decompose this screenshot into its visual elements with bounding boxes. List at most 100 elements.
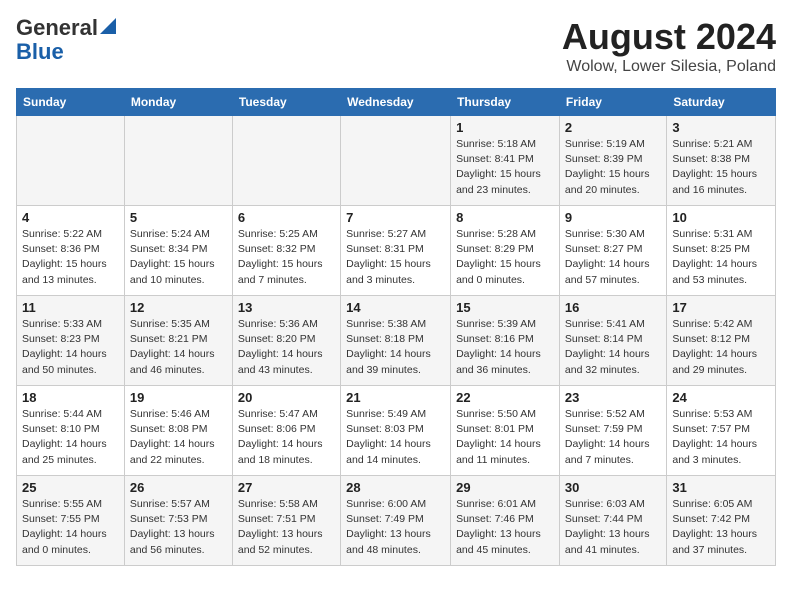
day-info: Sunrise: 5:21 AM Sunset: 8:38 PM Dayligh… (672, 137, 770, 198)
week-row-4: 18 Sunrise: 5:44 AM Sunset: 8:10 PM Dayli… (17, 386, 776, 476)
day-cell: 4 Sunrise: 5:22 AM Sunset: 8:36 PM Daylig… (17, 206, 125, 296)
week-row-5: 25 Sunrise: 5:55 AM Sunset: 7:55 PM Dayli… (17, 476, 776, 566)
title-section: August 2024 Wolow, Lower Silesia, Poland (562, 16, 776, 76)
day-cell: 26 Sunrise: 5:57 AM Sunset: 7:53 PM Dayli… (124, 476, 232, 566)
day-info: Sunrise: 5:41 AM Sunset: 8:14 PM Dayligh… (565, 317, 661, 378)
day-number: 16 (565, 300, 661, 315)
day-cell: 8 Sunrise: 5:28 AM Sunset: 8:29 PM Daylig… (451, 206, 560, 296)
day-cell: 20Sunrise: 5:47 AM Sunset: 8:06 PM Dayli… (232, 386, 340, 476)
day-info: Sunrise: 5:30 AM Sunset: 8:27 PM Dayligh… (565, 227, 661, 288)
day-info: Sunrise: 5:25 AM Sunset: 8:32 PM Dayligh… (238, 227, 335, 288)
col-header-thursday: Thursday (451, 89, 560, 116)
day-number: 23 (565, 390, 661, 405)
day-cell: 25 Sunrise: 5:55 AM Sunset: 7:55 PM Dayli… (17, 476, 125, 566)
day-info: Sunrise: 5:55 AM Sunset: 7:55 PM Dayligh… (22, 497, 119, 558)
day-number: 14 (346, 300, 445, 315)
logo-general-text: General (16, 16, 98, 40)
day-info: Sunrise: 5:38 AM Sunset: 8:18 PM Dayligh… (346, 317, 445, 378)
day-cell: 6Sunrise: 5:25 AM Sunset: 8:32 PM Daylig… (232, 206, 340, 296)
day-info: Sunrise: 5:24 AM Sunset: 8:34 PM Dayligh… (130, 227, 227, 288)
day-info: Sunrise: 5:31 AM Sunset: 8:25 PM Dayligh… (672, 227, 770, 288)
day-cell: 1 Sunrise: 5:18 AM Sunset: 8:41 PM Daylig… (451, 116, 560, 206)
day-number: 28 (346, 480, 445, 495)
day-cell: 19Sunrise: 5:46 AM Sunset: 8:08 PM Dayli… (124, 386, 232, 476)
day-info: Sunrise: 5:47 AM Sunset: 8:06 PM Dayligh… (238, 407, 335, 468)
day-number: 1 (456, 120, 554, 135)
day-number: 12 (130, 300, 227, 315)
day-info: Sunrise: 5:44 AM Sunset: 8:10 PM Dayligh… (22, 407, 119, 468)
day-cell: 15 Sunrise: 5:39 AM Sunset: 8:16 PM Dayli… (451, 296, 560, 386)
day-cell: 22 Sunrise: 5:50 AM Sunset: 8:01 PM Dayli… (451, 386, 560, 476)
day-info: Sunrise: 5:46 AM Sunset: 8:08 PM Dayligh… (130, 407, 227, 468)
day-info: Sunrise: 5:33 AM Sunset: 8:23 PM Dayligh… (22, 317, 119, 378)
day-info: Sunrise: 5:22 AM Sunset: 8:36 PM Dayligh… (22, 227, 119, 288)
day-cell: 31Sunrise: 6:05 AM Sunset: 7:42 PM Dayli… (667, 476, 776, 566)
location-title: Wolow, Lower Silesia, Poland (562, 58, 776, 76)
day-info: Sunrise: 5:50 AM Sunset: 8:01 PM Dayligh… (456, 407, 554, 468)
week-row-2: 4 Sunrise: 5:22 AM Sunset: 8:36 PM Daylig… (17, 206, 776, 296)
header-row: SundayMondayTuesdayWednesdayThursdayFrid… (17, 89, 776, 116)
day-number: 5 (130, 210, 227, 225)
day-cell: 5 Sunrise: 5:24 AM Sunset: 8:34 PM Daylig… (124, 206, 232, 296)
day-number: 26 (130, 480, 227, 495)
day-number: 4 (22, 210, 119, 225)
day-cell: 16 Sunrise: 5:41 AM Sunset: 8:14 PM Dayli… (559, 296, 666, 386)
day-info: Sunrise: 5:49 AM Sunset: 8:03 PM Dayligh… (346, 407, 445, 468)
day-cell (341, 116, 451, 206)
month-title: August 2024 (562, 16, 776, 58)
day-cell: 18 Sunrise: 5:44 AM Sunset: 8:10 PM Dayli… (17, 386, 125, 476)
day-cell: 2Sunrise: 5:19 AM Sunset: 8:39 PM Daylig… (559, 116, 666, 206)
day-number: 13 (238, 300, 335, 315)
col-header-friday: Friday (559, 89, 666, 116)
day-cell: 21 Sunrise: 5:49 AM Sunset: 8:03 PM Dayli… (341, 386, 451, 476)
col-header-wednesday: Wednesday (341, 89, 451, 116)
col-header-tuesday: Tuesday (232, 89, 340, 116)
day-number: 29 (456, 480, 554, 495)
day-cell: 11 Sunrise: 5:33 AM Sunset: 8:23 PM Dayli… (17, 296, 125, 386)
day-cell: 29 Sunrise: 6:01 AM Sunset: 7:46 PM Dayli… (451, 476, 560, 566)
day-info: Sunrise: 5:42 AM Sunset: 8:12 PM Dayligh… (672, 317, 770, 378)
day-info: Sunrise: 5:19 AM Sunset: 8:39 PM Dayligh… (565, 137, 661, 198)
day-info: Sunrise: 5:57 AM Sunset: 7:53 PM Dayligh… (130, 497, 227, 558)
day-info: Sunrise: 5:28 AM Sunset: 8:29 PM Dayligh… (456, 227, 554, 288)
day-cell (232, 116, 340, 206)
day-info: Sunrise: 5:58 AM Sunset: 7:51 PM Dayligh… (238, 497, 335, 558)
logo-icon (100, 18, 116, 34)
day-info: Sunrise: 5:36 AM Sunset: 8:20 PM Dayligh… (238, 317, 335, 378)
day-number: 3 (672, 120, 770, 135)
day-number: 10 (672, 210, 770, 225)
day-info: Sunrise: 5:27 AM Sunset: 8:31 PM Dayligh… (346, 227, 445, 288)
calendar-table: SundayMondayTuesdayWednesdayThursdayFrid… (16, 88, 776, 566)
day-number: 8 (456, 210, 554, 225)
day-number: 30 (565, 480, 661, 495)
col-header-sunday: Sunday (17, 89, 125, 116)
day-cell: 13 Sunrise: 5:36 AM Sunset: 8:20 PM Dayli… (232, 296, 340, 386)
day-number: 11 (22, 300, 119, 315)
day-cell: 12Sunrise: 5:35 AM Sunset: 8:21 PM Dayli… (124, 296, 232, 386)
day-info: Sunrise: 5:39 AM Sunset: 8:16 PM Dayligh… (456, 317, 554, 378)
week-row-1: 1 Sunrise: 5:18 AM Sunset: 8:41 PM Daylig… (17, 116, 776, 206)
day-number: 22 (456, 390, 554, 405)
day-info: Sunrise: 5:53 AM Sunset: 7:57 PM Dayligh… (672, 407, 770, 468)
day-number: 25 (22, 480, 119, 495)
day-info: Sunrise: 5:18 AM Sunset: 8:41 PM Dayligh… (456, 137, 554, 198)
day-cell: 27 Sunrise: 5:58 AM Sunset: 7:51 PM Dayli… (232, 476, 340, 566)
day-cell: 17 Sunrise: 5:42 AM Sunset: 8:12 PM Dayli… (667, 296, 776, 386)
day-cell (124, 116, 232, 206)
day-cell: 10 Sunrise: 5:31 AM Sunset: 8:25 PM Dayli… (667, 206, 776, 296)
col-header-saturday: Saturday (667, 89, 776, 116)
day-info: Sunrise: 5:52 AM Sunset: 7:59 PM Dayligh… (565, 407, 661, 468)
day-number: 18 (22, 390, 119, 405)
day-number: 15 (456, 300, 554, 315)
day-number: 27 (238, 480, 335, 495)
day-number: 7 (346, 210, 445, 225)
header: General Blue August 2024 Wolow, Lower Si… (16, 16, 776, 76)
day-cell: 24Sunrise: 5:53 AM Sunset: 7:57 PM Dayli… (667, 386, 776, 476)
day-cell: 7 Sunrise: 5:27 AM Sunset: 8:31 PM Daylig… (341, 206, 451, 296)
day-number: 21 (346, 390, 445, 405)
day-cell: 9 Sunrise: 5:30 AM Sunset: 8:27 PM Daylig… (559, 206, 666, 296)
day-number: 9 (565, 210, 661, 225)
day-cell: 30Sunrise: 6:03 AM Sunset: 7:44 PM Dayli… (559, 476, 666, 566)
day-number: 17 (672, 300, 770, 315)
day-info: Sunrise: 6:01 AM Sunset: 7:46 PM Dayligh… (456, 497, 554, 558)
